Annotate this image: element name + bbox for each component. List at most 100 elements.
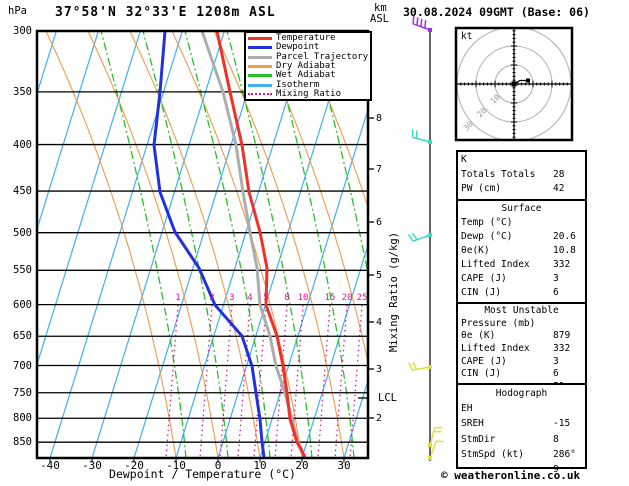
stat-label: Dewp (°C) [461,231,513,242]
legend-swatch-dewpoint [248,46,272,50]
hodograph-ring-label: 30 [462,119,475,132]
stat-row: θe (K) 332 [461,330,585,354]
altitude-tick-label: 7 [376,164,383,175]
pressure-tick-label: 500 [13,226,32,239]
pressure-tick-label: 300 [13,25,32,37]
legend-swatch-parcel [248,55,272,59]
stat-label: Lifted Index [461,343,530,355]
temperature-tick-label: -10 [166,459,186,472]
stat-label: CIN (J) [461,368,502,380]
table-title: Hodograph [495,388,548,399]
stat-label: CAPE (J) [461,355,507,367]
mixing-ratio-value: 20 [342,293,353,303]
altitude-tick-label: 3 [376,364,383,375]
pressure-unit-label: hPa [8,5,27,17]
stat-row: Pressure (mb) 879 [461,317,585,342]
stat-row: PW (cm)1.77 [461,182,585,209]
mixing-ratio-value: 25 [357,293,368,303]
mixing-ratio-value: 5 [263,293,268,303]
pressure-tick-label: 450 [13,185,32,198]
stat-row: K 28 [461,153,585,180]
pressure-tick-label: 800 [13,412,32,425]
wet-adiabat-line [605,31,629,458]
wet-adiabat-line [100,31,187,458]
mixing-ratio-value: 15 [325,293,336,303]
stat-label: EH [461,403,473,415]
mixing-ratio-value: 1 [175,293,180,303]
stats-table-most-unstable: Most Unstable Pressure (mb) 879 θe (K) 332 Li… [456,302,587,392]
mixing-ratio-value: 3 [229,293,234,303]
altitude-tick-label: 5 [376,270,383,281]
sounding-chart-page: 1 2 3 4 5 8 10 15 20 25 10 20 30 hPa 37°58'N 32°33'E… [0,0,629,486]
pressure-tick-label: 600 [13,298,32,311]
stat-row: Lifted Index 3 [461,258,585,284]
stat-label: K [461,154,467,165]
stat-row: CIN (J)51 [461,368,585,392]
chart-legend: Temperature Dewpoint Parcel Trajectory Dry … [244,31,372,101]
stat-label: Pressure (mb) [461,317,536,329]
stat-label: StmSpd (kt) [461,448,524,460]
mixing-ratio-axis-label: Mixing Ratio (g/kg) [388,231,400,353]
legend-swatch-wet_adiabat [248,74,272,78]
stat-label: StmDir [461,433,496,445]
temperature-tick-label: -40 [40,459,60,472]
stat-label: Totals Totals [461,168,536,180]
mixing-ratio-line [317,304,331,458]
stat-label: CIN (J) [461,287,502,298]
stat-row: StmDir 286° [461,432,585,460]
altitude-tick-label: 6 [376,217,383,228]
wind-barb [408,361,432,371]
legend-swatch-mixing_ratio [248,93,272,96]
altitude-tick-label: 4 [376,317,383,328]
station-title: 37°58'N 32°33'E 1208m ASL [55,5,276,20]
dry-adiabat-line [87,31,219,458]
stat-row: Temp (°C) 20.6 [461,216,585,242]
legend-label: Wet Adiabat [276,70,336,81]
mixing-ratio-value: 10 [298,293,309,303]
stat-row: CAPE (J) 6 [461,355,585,380]
stat-label: PW (cm) [461,183,502,195]
pressure-tick-label: 550 [13,264,32,277]
stat-label: CAPE (J) [461,273,507,284]
stats-table-hodograph: Hodograph EH -15 SREH 8 StmDir 286° StmSpd (kt)… [456,383,587,475]
hodograph: 102030 [454,26,574,142]
mixing-ratio-value: 2 [209,293,214,303]
dry-adiabat-line [45,31,177,458]
table-title: Most Unstable [484,305,559,316]
temperature-tick-label: -20 [124,459,144,472]
pressure-tick-label: 400 [13,138,32,151]
altitude-unit-label-asl: ASL [370,13,389,25]
stat-row: SREH 8 [461,416,585,444]
temperature-tick-label: -30 [82,459,102,472]
hodograph-ring-label: 10 [489,92,502,105]
altitude-tick-label: 8 [376,113,383,124]
table-title: Surface [501,203,542,214]
mixing-ratio-line [237,304,251,458]
stat-row: EH -15 [461,401,585,429]
dry-adiabat-line [592,31,629,458]
temperature-tick-label: 0 [214,459,222,472]
stat-row: θe(K) 332 [461,244,585,270]
wind-barb [407,232,432,242]
lcl-label: LCL [378,392,397,404]
temperature-tick-label: 20 [295,459,309,472]
legend-row: Mixing Ratio [248,88,370,99]
dry-adiabat-line [129,31,261,458]
pressure-tick-label: 750 [13,386,32,399]
temperature-tick-label: 30 [337,459,351,472]
copyright-credit: © weatheronline.co.uk [441,469,581,482]
legend-label: Mixing Ratio [276,88,342,99]
mixing-ratio-value: 8 [284,293,289,303]
altitude-tick-label: 2 [376,413,383,424]
legend-swatch-isotherm [248,83,272,87]
stat-value: 9 [553,464,559,476]
stat-row: CAPE (J) 6 [461,272,585,298]
stat-label: Temp (°C) [461,217,513,228]
stat-label: θe(K) [461,245,490,256]
wet-adiabat-line [142,31,229,458]
stats-table-surface: Surface Temp (°C) 20.6 Dewp (°C) 10.8 θe(K) 33… [456,199,587,312]
legend-swatch-temperature [248,37,272,41]
hodograph-unit-label: kt [461,31,473,42]
stat-row: CIN (J)51 [461,286,585,312]
pressure-tick-label: 650 [13,330,32,343]
